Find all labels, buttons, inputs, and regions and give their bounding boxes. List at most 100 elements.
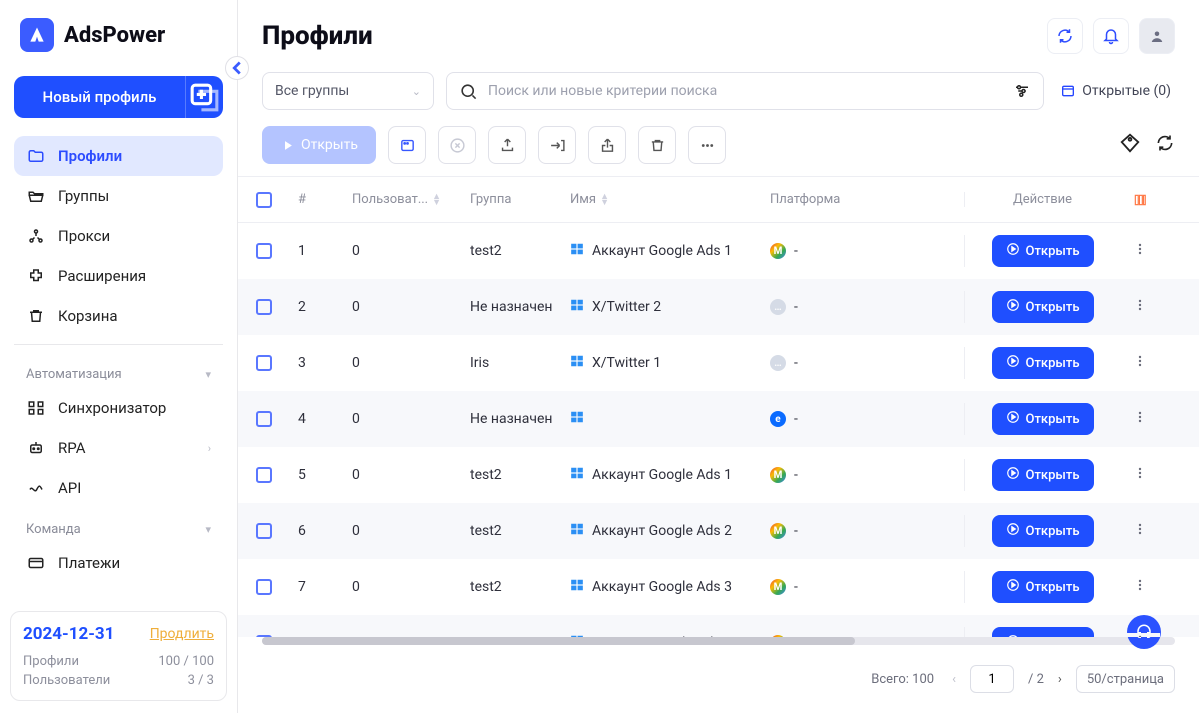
table-row[interactable]: 20Не назначенX/Twitter 2…-Открыть	[238, 279, 1199, 335]
group-select-label: Все группы	[275, 83, 349, 99]
row-group: Не назначен	[462, 411, 562, 427]
row-more-button[interactable]	[1132, 241, 1148, 261]
row-more-button[interactable]	[1132, 409, 1148, 429]
sidebar-item-trash[interactable]: Корзина	[14, 296, 223, 336]
col-num[interactable]: #	[290, 192, 344, 207]
row-platform: …-	[770, 355, 798, 371]
table-row[interactable]: 50test2Аккаунт Google Ads 1M-Открыть	[238, 447, 1199, 503]
tag-icon	[1119, 132, 1141, 154]
search-box[interactable]	[446, 72, 1044, 110]
sidebar-item-proxy[interactable]: Прокси	[14, 216, 223, 256]
col-settings-button[interactable]	[1120, 193, 1160, 207]
row-open-button[interactable]: Открыть	[992, 571, 1094, 603]
open-profiles-link[interactable]: Открытые (0)	[1056, 83, 1175, 99]
row-checkbox[interactable]	[256, 523, 272, 539]
filter-settings-icon[interactable]	[1013, 82, 1031, 100]
prev-page-button[interactable]: ‹	[952, 672, 956, 687]
toolbar-import-button[interactable]	[538, 126, 576, 164]
row-more-button[interactable]	[1132, 297, 1148, 317]
total-pages: / 2	[1028, 672, 1044, 687]
row-group: test2	[462, 579, 562, 595]
table-row[interactable]: 60test2Аккаунт Google Ads 2M-Открыть	[238, 503, 1199, 559]
table-row[interactable]: 70test2Аккаунт Google Ads 3M-Открыть	[238, 559, 1199, 615]
row-open-button[interactable]: Открыть	[992, 347, 1094, 379]
sidebar-collapse-button[interactable]	[225, 56, 249, 80]
row-open-button[interactable]: Открыть	[992, 515, 1094, 547]
support-button[interactable]	[1127, 615, 1161, 649]
table-body: 10test2Аккаунт Google Ads 1M-Открыть20Не…	[238, 223, 1199, 637]
toolbar-close-button[interactable]	[438, 126, 476, 164]
row-num: 5	[290, 467, 344, 483]
row-num: 2	[290, 299, 344, 315]
row-more-button[interactable]	[1132, 353, 1148, 373]
scrollbar-thumb[interactable]	[262, 637, 855, 645]
row-checkbox[interactable]	[256, 579, 272, 595]
col-group[interactable]: Группа	[462, 192, 562, 207]
next-page-button[interactable]: ›	[1058, 672, 1062, 687]
toolbar-export-button[interactable]	[488, 126, 526, 164]
new-profile-label: Новый профиль	[14, 76, 185, 118]
nav-label: Профили	[58, 147, 122, 165]
row-open-button[interactable]: Открыть	[992, 403, 1094, 435]
sidebar-item-extensions[interactable]: Расширения	[14, 256, 223, 296]
tags-button[interactable]	[1119, 132, 1141, 158]
row-open-button[interactable]: Открыть	[992, 235, 1094, 267]
row-more-button[interactable]	[1132, 465, 1148, 485]
row-name: Аккаунт Google Ads 1	[570, 242, 732, 260]
new-profile-button[interactable]: Новый профиль	[14, 76, 223, 118]
refresh-button[interactable]	[1155, 133, 1175, 157]
group-select[interactable]: Все группы ⌄	[262, 72, 434, 110]
table-row[interactable]: 10test2Аккаунт Google Ads 1M-Открыть	[238, 223, 1199, 279]
nav-label: RPA	[58, 439, 85, 457]
folder-icon	[26, 147, 46, 165]
horizontal-scrollbar[interactable]	[262, 637, 1175, 645]
row-num: 4	[290, 411, 344, 427]
toolbar-share-button[interactable]	[588, 126, 626, 164]
row-checkbox[interactable]	[256, 411, 272, 427]
table-row[interactable]: 80test2Аккаунт Google Ads 4M-Открыть	[238, 615, 1199, 637]
sidebar-item-rpa[interactable]: RPA ›	[14, 428, 223, 468]
row-more-button[interactable]	[1132, 521, 1148, 541]
toolbar-open-button[interactable]: Открыть	[262, 126, 376, 164]
col-name[interactable]: Имя▲▼	[562, 192, 762, 207]
table-row[interactable]: 30IrisX/Twitter 1…-Открыть	[238, 335, 1199, 391]
section-automation[interactable]: Автоматизация ▾	[14, 353, 223, 388]
sync-button[interactable]	[1047, 18, 1083, 54]
row-num: 7	[290, 579, 344, 595]
row-more-button[interactable]	[1132, 577, 1148, 597]
row-open-button[interactable]: Открыть	[992, 291, 1094, 323]
select-all-checkbox[interactable]	[256, 192, 272, 208]
row-more-button[interactable]	[1132, 633, 1148, 637]
windows-icon	[570, 466, 584, 484]
page-input[interactable]	[970, 665, 1014, 693]
row-open-button[interactable]: Открыть	[992, 459, 1094, 491]
row-num: 1	[290, 243, 344, 259]
chevron-down-icon: ▾	[205, 368, 211, 381]
section-team[interactable]: Команда ▾	[14, 508, 223, 543]
row-checkbox[interactable]	[256, 467, 272, 483]
browser-icon	[1006, 242, 1020, 260]
toolbar-window-button[interactable]	[388, 126, 426, 164]
avatar-button[interactable]	[1139, 18, 1175, 54]
sidebar-item-sync[interactable]: Синхронизатор	[14, 388, 223, 428]
nav-label: Прокси	[58, 227, 110, 245]
extend-link[interactable]: Продлить	[150, 626, 214, 642]
sidebar-item-groups[interactable]: Группы	[14, 176, 223, 216]
subscription-box: 2024-12-31 Продлить Профили 100 / 100 По…	[10, 611, 227, 701]
notifications-button[interactable]	[1093, 18, 1129, 54]
col-platform[interactable]: Платформа	[762, 192, 964, 207]
row-checkbox[interactable]	[256, 299, 272, 315]
search-input[interactable]	[488, 83, 1005, 99]
row-open-button[interactable]: Открыть	[992, 627, 1094, 637]
page-size-select[interactable]: 50/страница	[1076, 665, 1175, 693]
row-checkbox[interactable]	[256, 243, 272, 259]
sidebar-item-api[interactable]: API	[14, 468, 223, 508]
sidebar-item-profiles[interactable]: Профили	[14, 136, 223, 176]
col-user[interactable]: Пользоват...▲▼	[344, 192, 462, 207]
row-checkbox[interactable]	[256, 355, 272, 371]
table-row[interactable]: 40Не назначенe-Открыть	[238, 391, 1199, 447]
toolbar-more-button[interactable]	[688, 126, 726, 164]
toolbar-delete-button[interactable]	[638, 126, 676, 164]
sidebar-item-payments[interactable]: Платежи	[14, 543, 223, 583]
new-profile-bulk-icon[interactable]	[185, 76, 223, 118]
